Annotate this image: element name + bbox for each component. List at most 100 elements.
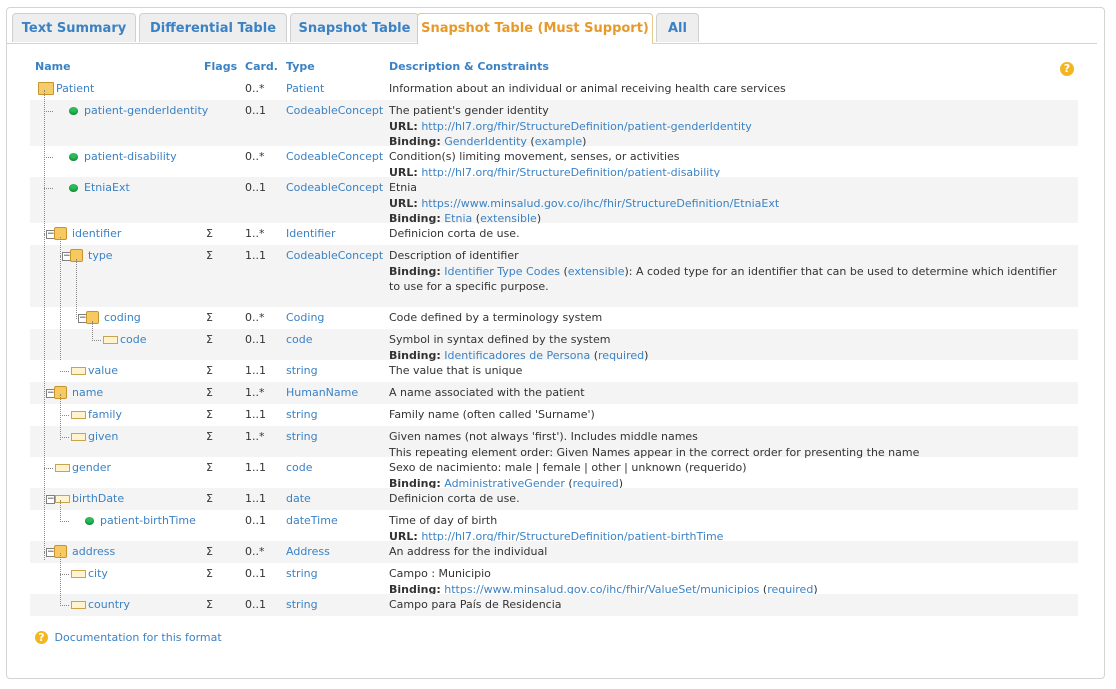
element-name[interactable]: city (88, 566, 108, 582)
element-name[interactable]: code (120, 332, 147, 348)
tree-guide-line (60, 574, 69, 575)
tab-snapshot-table[interactable]: Snapshot Table (290, 13, 419, 42)
element-type-link[interactable]: string (286, 566, 318, 582)
url-link[interactable]: http://hl7.org/fhir/StructureDefinition/… (421, 120, 752, 133)
binding-valueset-link[interactable]: Identifier Type Codes (444, 265, 560, 278)
element-flags: Σ (206, 311, 213, 324)
element-type-link[interactable]: Address (286, 544, 330, 560)
element-type-link[interactable]: code (286, 332, 313, 348)
element-flags: Σ (206, 227, 213, 240)
tree-guide-line (60, 394, 61, 440)
binding-strength-link[interactable]: extensible (568, 265, 625, 278)
element-type-link[interactable]: date (286, 491, 311, 507)
description-line: An address for the individual (389, 545, 548, 558)
tree-guide-line (60, 553, 61, 606)
table-row: code Σ 0..1 code Symbol in syntax defined by… (30, 329, 1078, 362)
element-description: Description of identifier Binding: Identi… (389, 248, 1057, 295)
element-description: Given names (not always 'first'). Includ… (389, 429, 919, 460)
element-name[interactable]: gender (72, 460, 111, 476)
tree-guide-line (92, 340, 101, 341)
description-line: Condition(s) limiting movement, senses, … (389, 150, 680, 163)
element-type-link[interactable]: dateTime (286, 513, 338, 529)
table-row: − type Σ 1..1 CodeableConcept Description of … (30, 245, 1078, 307)
element-flags: Σ (206, 461, 213, 474)
element-type-link[interactable]: Identifier (286, 226, 336, 242)
url-label: URL: (389, 196, 418, 210)
extension-icon (69, 153, 78, 161)
extension-icon (85, 517, 94, 525)
element-type-link[interactable]: CodeableConcept (286, 248, 383, 264)
primitive-icon (55, 495, 70, 503)
element-name[interactable]: EtniaExt (84, 180, 130, 196)
url-link[interactable]: https://www.minsalud.gov.co/ihc/fhir/Str… (421, 197, 779, 210)
element-name[interactable]: birthDate (72, 491, 124, 507)
table-row: EtniaExt 0..1 CodeableConcept Etnia URL: htt… (30, 177, 1078, 225)
element-name[interactable]: address (72, 544, 115, 560)
element-type-link[interactable]: Patient (286, 81, 324, 97)
tree-guide-line (44, 157, 53, 158)
element-cardinality: 0..* (245, 311, 265, 324)
element-name[interactable]: identifier (72, 226, 121, 242)
element-type-link[interactable]: string (286, 363, 318, 379)
element-name[interactable]: Patient (56, 81, 94, 97)
tab-snapshot-must-support[interactable]: Snapshot Table (Must Support) (417, 13, 653, 44)
tree-guide-line (44, 468, 53, 469)
description-line: Information about an individual or anima… (389, 82, 786, 95)
element-name[interactable]: value (88, 363, 118, 379)
tree-guide-line (44, 90, 45, 560)
element-name[interactable]: coding (104, 310, 141, 326)
collapse-toggle-icon[interactable]: − (46, 495, 55, 504)
element-description: An address for the individual (389, 544, 547, 560)
element-flags: Σ (206, 249, 213, 262)
element-type-link[interactable]: string (286, 407, 318, 423)
primitive-icon (71, 601, 86, 609)
element-flags: Σ (206, 598, 213, 611)
binding-line: Binding: Identifier Type Codes (extensib… (389, 264, 1057, 278)
description-line: A name associated with the patient (389, 386, 585, 399)
documentation-link-row[interactable]: ? Documentation for this format (35, 630, 222, 644)
element-description: Campo para País de Residencia (389, 597, 562, 613)
element-type-link[interactable]: string (286, 597, 318, 613)
table-row: − name Σ 1..* HumanName A name associated wit… (30, 382, 1078, 404)
table-row: − identifier Σ 1..* Identifier Definicion cor… (30, 223, 1078, 245)
tab-all[interactable]: All (656, 13, 699, 42)
url-label: URL: (389, 119, 418, 133)
element-cardinality: 0..1 (245, 181, 266, 194)
primitive-icon (71, 570, 86, 578)
table-row: given Σ 1..* string Given names (not always … (30, 426, 1078, 460)
element-name[interactable]: type (88, 248, 113, 264)
element-name[interactable]: patient-disability (84, 149, 177, 165)
element-type-link[interactable]: code (286, 460, 313, 476)
element-name[interactable]: country (88, 597, 130, 613)
element-name[interactable]: given (88, 429, 118, 445)
element-name[interactable]: family (88, 407, 122, 423)
element-description: Code defined by a terminology system (389, 310, 602, 326)
element-cardinality: 1..1 (245, 364, 266, 377)
element-type-link[interactable]: CodeableConcept (286, 180, 383, 196)
element-cardinality: 1..1 (245, 408, 266, 421)
element-type-link[interactable]: HumanName (286, 385, 358, 401)
element-name[interactable]: patient-genderIdentity (84, 103, 208, 119)
column-header-type: Type (286, 60, 315, 73)
description-line: The patient's gender identity (389, 104, 549, 117)
element-type-link[interactable]: CodeableConcept (286, 149, 383, 165)
documentation-link[interactable]: Documentation for this format (55, 631, 222, 644)
element-type-link[interactable]: CodeableConcept (286, 103, 383, 119)
element-type-link[interactable]: Coding (286, 310, 324, 326)
question-mark-icon[interactable]: ? (1060, 62, 1074, 76)
url-line: URL: https://www.minsalud.gov.co/ihc/fhi… (389, 196, 779, 212)
description-line: Etnia (389, 181, 418, 194)
primitive-icon (55, 464, 70, 472)
element-flags: Σ (206, 333, 213, 346)
element-name[interactable]: patient-birthTime (100, 513, 196, 529)
description-line: Campo : Municipio (389, 567, 491, 580)
table-row: city Σ 0..1 string Campo : Municipio Binding:… (30, 563, 1078, 596)
element-flags: Σ (206, 364, 213, 377)
tab-text-summary[interactable]: Text Summary (12, 13, 136, 42)
element-type-link[interactable]: string (286, 429, 318, 445)
element-name[interactable]: name (72, 385, 103, 401)
element-cardinality: 1..1 (245, 249, 266, 262)
element-cardinality: 0..1 (245, 104, 266, 117)
tab-differential-table[interactable]: Differential Table (139, 13, 287, 42)
element-flags: Σ (206, 408, 213, 421)
